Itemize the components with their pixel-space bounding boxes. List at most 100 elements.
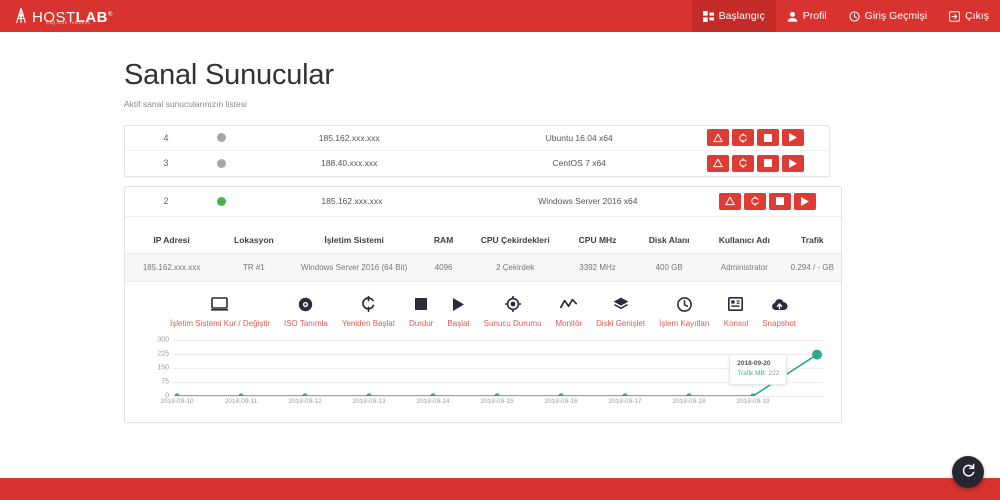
row-action-group [707, 154, 817, 172]
status-badge [195, 158, 247, 168]
nav-label: Profil [802, 10, 827, 22]
server-ip: 185.162.xxx.xxx [318, 132, 380, 143]
x-tick: 2018-09-17 [608, 397, 642, 405]
server-action-toolbar: İşletim Sistemi Kur / Değiştir ISO Tanım… [125, 282, 841, 332]
action-snapshot[interactable]: Snapshot [755, 296, 803, 328]
table-row: 185.162.xxx.xxx TR #1 Windows Server 201… [125, 252, 841, 282]
row-action-group [719, 192, 829, 210]
activity-line-icon [560, 296, 578, 313]
stop-button[interactable] [757, 154, 779, 172]
history-clock-icon [677, 296, 692, 313]
reload-fab-button[interactable] [952, 456, 984, 488]
top-navigation-bar: HOSTLAB® Çağ Atan Teknoloji Başlangıç Pr… [0, 0, 1000, 32]
col-cpu-cekirdekleri: CPU Çekirdekleri [480, 234, 550, 245]
action-islem-kayitlari[interactable]: İşlem Kayıtları [652, 296, 717, 328]
col-cpu-mhz: CPU MHz [578, 234, 617, 245]
action-label: Monitör [555, 318, 583, 328]
y-tick: 150 [157, 364, 169, 372]
warning-triangle-icon [725, 196, 735, 206]
nav-item-profil[interactable]: Profil [776, 0, 838, 32]
brand-tagline: Çağ Atan Teknoloji [46, 20, 91, 25]
action-isletim-sistemi-kur[interactable]: İşletim Sistemi Kur / Değiştir [163, 296, 277, 328]
footer-content [0, 478, 1000, 488]
expanded-server-row[interactable]: 2 185.162.xxx.xxx Windows Server 2016 x6… [125, 187, 841, 217]
cell-disk-alani: 400 GB [633, 252, 705, 282]
action-iso-tanimla[interactable]: ISO Tanımla [277, 296, 335, 328]
target-icon [504, 296, 521, 313]
server-id: 2 [163, 196, 169, 207]
col-ip-adresi: IP Adresi [153, 234, 190, 245]
action-label: Başlat [447, 318, 470, 328]
cell-ip-adresi: 185.162.xxx.xxx [125, 252, 219, 282]
x-tick: 2018-09-15 [480, 397, 514, 405]
server-os: Windows Server 2016 x64 [538, 196, 638, 207]
page-footer [0, 478, 1000, 500]
action-konsol[interactable]: Konsol [717, 296, 755, 328]
action-label: İşlem Kayıtları [659, 318, 710, 328]
chart-tooltip: 2018-09-20 Trafik MB: 222 [729, 353, 788, 385]
refresh-button[interactable] [732, 129, 754, 147]
server-ip: 188.40.xxx.xxx [321, 158, 378, 169]
nav-item-baslangic[interactable]: Başlangıç [691, 0, 776, 32]
brand-logo[interactable]: HOSTLAB® Çağ Atan Teknoloji [14, 7, 113, 25]
status-dot-offline [216, 158, 226, 168]
action-baslat[interactable]: Başlat [440, 296, 476, 328]
refresh-button[interactable] [732, 154, 754, 172]
start-button[interactable] [782, 154, 804, 172]
action-label: ISO Tanımla [284, 318, 328, 328]
play-icon [789, 133, 797, 143]
x-tick: 2018-09-18 [672, 397, 706, 405]
action-yeniden-baslat[interactable]: Yeniden Başlat [335, 296, 402, 328]
action-monitor[interactable]: Monitör [548, 296, 589, 328]
start-button[interactable] [794, 192, 816, 210]
reload-icon [961, 463, 976, 481]
nav-label: Giriş Geçmişi [864, 10, 928, 22]
action-label: Yeniden Başlat [341, 318, 395, 328]
console-icon [728, 296, 744, 313]
nav-item-cikis[interactable]: Çıkış [938, 0, 1000, 32]
page-title: Sanal Sunucular [124, 59, 334, 91]
restart-icon [361, 296, 376, 313]
chart-line-series [174, 349, 823, 399]
tooltip-number: 222 [768, 370, 780, 378]
server-id: 3 [163, 158, 169, 169]
action-sunucu-durumu[interactable]: Sunucu Durumu [477, 296, 549, 328]
server-specs-table: IP Adresi Lokasyon İşletim Sistemi RAM C… [125, 227, 841, 282]
play-icon [801, 196, 809, 206]
server-os: Ubuntu 16.04 x64 [545, 132, 613, 143]
nav-label: Çıkış [965, 10, 989, 22]
chart-series-layer [173, 340, 823, 399]
server-id: 4 [163, 132, 169, 143]
x-tick: 2018-09-13 [352, 397, 386, 405]
action-diski-genislet[interactable]: Diski Genişlet [589, 296, 652, 328]
cell-cpu-mhz: 3392 MHz [561, 252, 634, 282]
stop-button[interactable] [769, 192, 791, 210]
disc-icon [298, 296, 313, 313]
table-row[interactable]: 3 188.40.xxx.xxx CentOS 7 x64 [125, 151, 829, 176]
status-dot-offline [216, 133, 226, 143]
x-tick: 2018-09-10 [160, 397, 194, 405]
cell-lokasyon: TR #1 [218, 252, 290, 282]
stop-square-icon [764, 133, 772, 142]
x-tick: 2018-09-19 [736, 397, 770, 405]
table-row[interactable]: 4 185.162.xxx.xxx Ubuntu 16.04 x64 [125, 126, 829, 151]
x-tick: 2018-09-12 [288, 397, 322, 405]
row-action-group [707, 129, 817, 147]
tooltip-series-label: Trafik MB [737, 370, 765, 378]
col-kullanici-adi: Kullanıcı Adı [718, 234, 770, 245]
warning-triangle-button[interactable] [719, 192, 741, 210]
action-durdur[interactable]: Durdur [402, 296, 440, 328]
nav-item-giris-gecmisi[interactable]: Giriş Geçmişi [838, 0, 938, 32]
x-tick: 2018-09-11 [224, 397, 258, 405]
refresh-button[interactable] [744, 192, 766, 210]
stop-button[interactable] [757, 129, 779, 147]
stop-square-icon [415, 296, 428, 313]
table-header-row: IP Adresi Lokasyon İşletim Sistemi RAM C… [125, 227, 841, 254]
start-button[interactable] [782, 129, 804, 147]
refresh-icon [738, 132, 748, 143]
warning-triangle-button[interactable] [707, 129, 729, 147]
hostlab-mark-icon [14, 7, 28, 25]
y-tick: 225 [157, 350, 169, 358]
warning-triangle-button[interactable] [707, 154, 729, 172]
nav-label: Başlangıç [718, 10, 765, 22]
